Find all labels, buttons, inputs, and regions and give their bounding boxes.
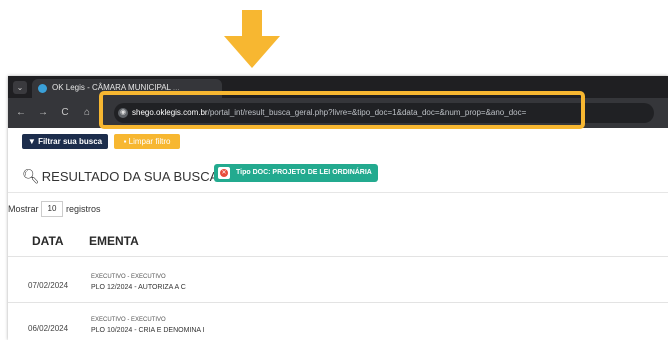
row-origin: EXECUTIVO - EXECUTIVO <box>91 317 166 323</box>
filter-button[interactable]: ▼ Filtrar sua busca <box>22 134 108 149</box>
results-title: 🔍︎ RESULTADO DA SUA BUSCA: <box>22 168 222 184</box>
globe-icon <box>38 84 47 93</box>
entries-label: registros <box>66 204 101 214</box>
page-content: ▼ Filtrar sua busca ▪ Limpar filtro 🔍︎ RE… <box>8 128 668 340</box>
annotation-arrow <box>224 10 280 68</box>
row-divider <box>8 302 668 303</box>
divider <box>8 192 668 193</box>
entries-select[interactable]: 10 <box>41 201 63 217</box>
url-highlight-box <box>99 91 585 129</box>
home-icon[interactable]: ⌂ <box>80 106 94 120</box>
clear-filter-button[interactable]: ▪ Limpar filtro <box>114 134 180 149</box>
row-summary[interactable]: PLO 10/2024 - CRIA E DENOMINA I <box>91 327 205 334</box>
remove-filter-button[interactable]: ✕ <box>218 167 230 179</box>
chevron-down-icon[interactable]: ⌄ <box>13 81 27 94</box>
filter-badge: ✕ Tipo DOC: PROJETO DE LEI ORDINÁRIA <box>214 164 378 182</box>
row-summary[interactable]: PLO 12/2024 - AUTORIZA A C <box>91 284 186 291</box>
search-icon: 🔍︎ <box>22 168 40 184</box>
row-origin: EXECUTIVO - EXECUTIVO <box>91 274 166 280</box>
reload-icon[interactable]: C <box>58 106 72 120</box>
forward-arrow-icon[interactable]: → <box>36 106 50 120</box>
back-arrow-icon[interactable]: ← <box>14 106 28 120</box>
column-header-date[interactable]: DATA <box>32 234 64 248</box>
column-header-ementa[interactable]: EMENTA <box>89 234 139 248</box>
close-icon: ✕ <box>220 169 228 177</box>
row-date: 06/02/2024 <box>28 324 69 333</box>
show-label: Mostrar <box>8 204 39 214</box>
trash-icon: ▪ <box>123 137 127 146</box>
row-divider <box>8 256 668 257</box>
row-date: 07/02/2024 <box>28 281 69 290</box>
funnel-icon: ▼ <box>27 137 36 146</box>
